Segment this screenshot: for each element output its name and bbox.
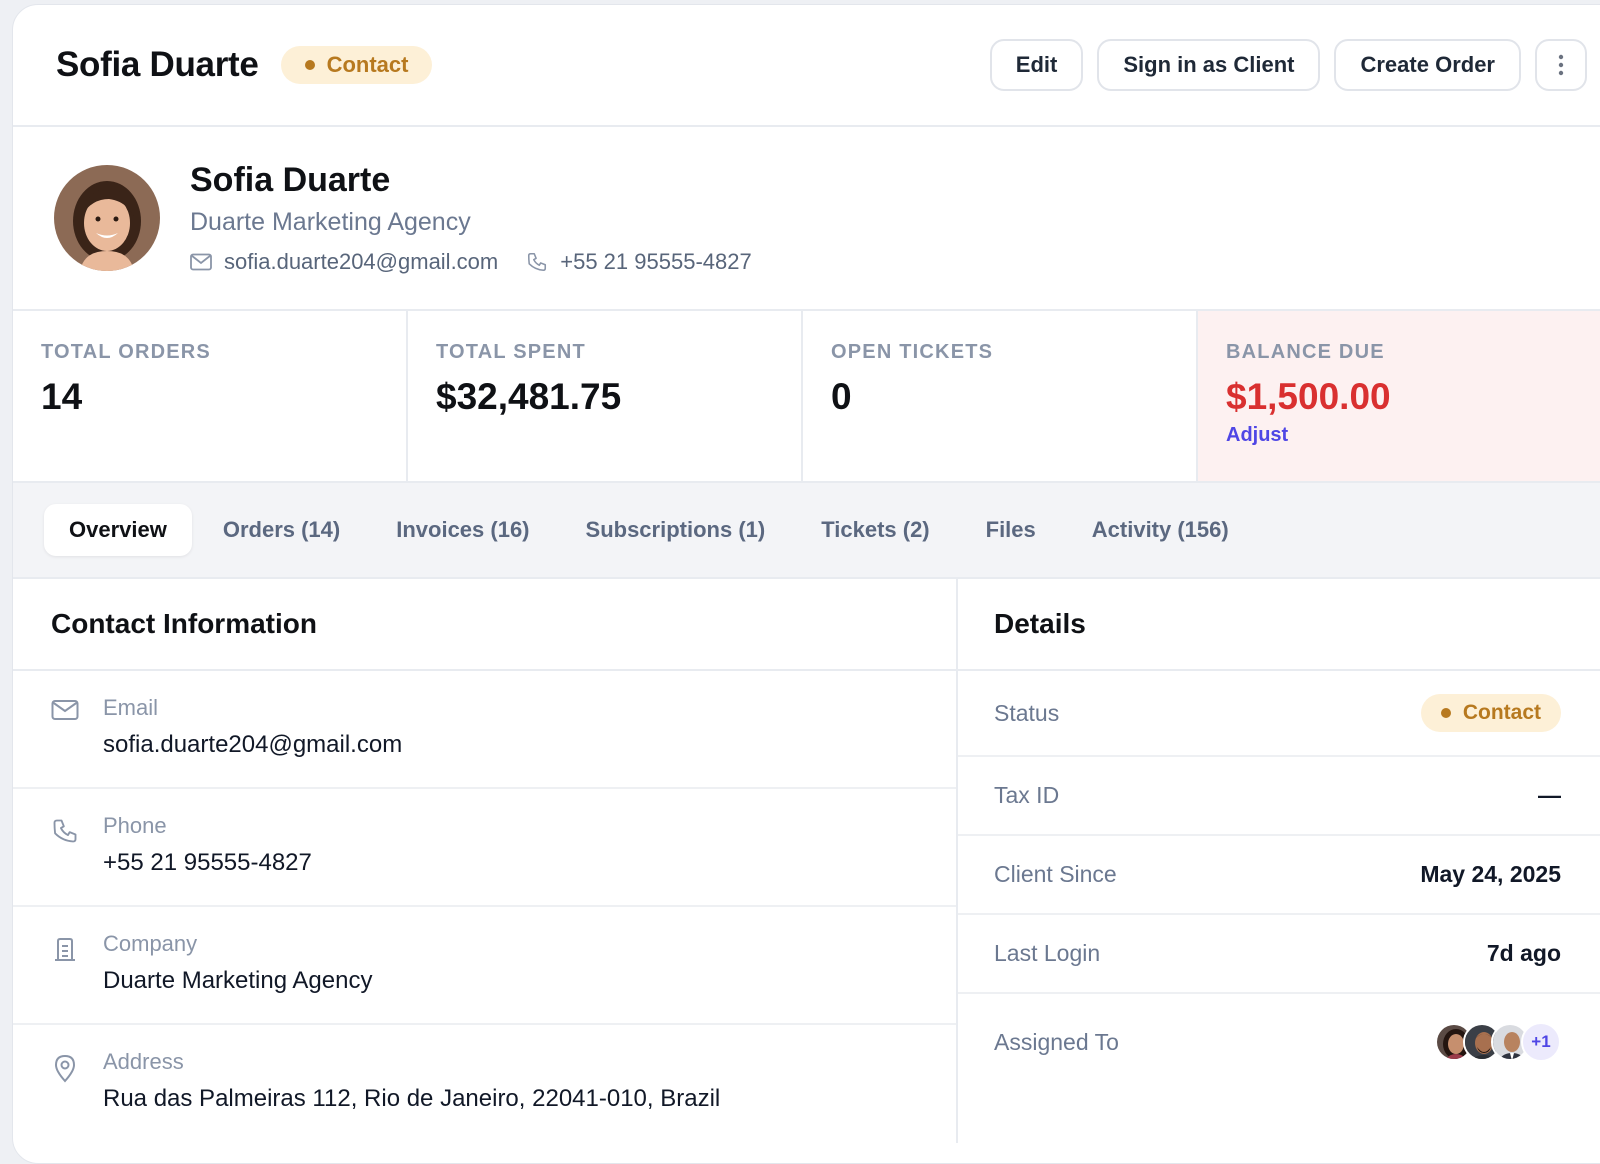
- stat-total-orders: TOTAL ORDERS 14: [13, 311, 408, 481]
- stat-label: BALANCE DUE: [1226, 341, 1385, 363]
- profile-contacts: sofia.duarte204@gmail.com +55 21 95555-4…: [190, 249, 752, 275]
- tab-files[interactable]: Files: [961, 504, 1061, 556]
- detail-label: Tax ID: [994, 782, 1060, 808]
- client-detail-card: Sofia Duarte Contact Edit Sign in as Cli…: [12, 4, 1600, 1164]
- detail-row-assigned-to: Assigned To +1: [958, 994, 1600, 1090]
- mail-icon: [190, 253, 212, 271]
- profile-email-text: sofia.duarte204@gmail.com: [224, 249, 499, 274]
- status-dot-icon: [304, 60, 315, 70]
- detail-row-last-login: Last Login 7d ago: [958, 915, 1600, 994]
- avatar: [54, 165, 160, 271]
- status-badge-label: Contact: [1462, 701, 1541, 724]
- detail-label: Assigned To: [994, 1028, 1119, 1055]
- profile-phone[interactable]: +55 21 95555-4827: [526, 249, 752, 275]
- contact-value: sofia.duarte204@gmail.com: [103, 731, 403, 758]
- detail-label: Status: [994, 699, 1060, 726]
- contact-row-email: Email sofia.duarte204@gmail.com: [13, 671, 956, 789]
- contact-label: Phone: [103, 813, 167, 838]
- status-dot-icon: [1440, 708, 1451, 718]
- adjust-balance-link[interactable]: Adjust: [1226, 424, 1600, 447]
- contact-label: Company: [103, 931, 198, 956]
- contact-label: Address: [103, 1049, 184, 1074]
- profile-email[interactable]: sofia.duarte204@gmail.com: [190, 249, 498, 275]
- stats-bar: TOTAL ORDERS 14 TOTAL SPENT $32,481.75 O…: [13, 311, 1600, 483]
- contact-row-phone: Phone +55 21 95555-4827: [13, 789, 956, 907]
- status-badge: Contact: [1420, 694, 1561, 732]
- more-assignees-badge[interactable]: +1: [1521, 1022, 1561, 1062]
- stat-open-tickets: OPEN TICKETS 0: [803, 311, 1198, 481]
- stat-value: $1,500.00: [1226, 376, 1391, 417]
- overview-content: Contact Information Email sofia.duarte20…: [13, 579, 1600, 1143]
- contact-row-company: Company Duarte Marketing Agency: [13, 907, 956, 1025]
- phone-icon: [528, 252, 547, 272]
- tab-tickets[interactable]: Tickets (2): [796, 504, 954, 556]
- stat-value: 14: [41, 376, 83, 417]
- contact-value: Rua das Palmeiras 112, Rio de Janeiro, 2…: [103, 1085, 721, 1112]
- create-order-button[interactable]: Create Order: [1334, 39, 1521, 91]
- stat-label: TOTAL SPENT: [436, 341, 586, 363]
- detail-label: Last Login: [994, 940, 1101, 966]
- profile-info: Sofia Duarte Duarte Marketing Agency sof…: [190, 161, 752, 275]
- header-actions: Edit Sign in as Client Create Order: [989, 39, 1587, 91]
- detail-label: Client Since: [994, 861, 1117, 887]
- tab-orders[interactable]: Orders (14): [198, 504, 365, 556]
- stat-label: OPEN TICKETS: [831, 341, 994, 363]
- stat-total-spent: TOTAL SPENT $32,481.75: [408, 311, 803, 481]
- detail-value: 7d ago: [1486, 940, 1561, 966]
- tab-bar: Overview Orders (14) Invoices (16) Subsc…: [13, 483, 1600, 579]
- detail-row-status: Status Contact: [958, 671, 1600, 757]
- page-title: Sofia Duarte: [56, 45, 259, 84]
- map-pin-icon: [54, 1054, 76, 1083]
- section-title: Contact Information: [13, 579, 956, 671]
- building-icon: [55, 938, 75, 961]
- status-badge: Contact: [280, 46, 433, 84]
- page-header: Sofia Duarte Contact Edit Sign in as Cli…: [13, 5, 1600, 127]
- tab-activity[interactable]: Activity (156): [1067, 504, 1254, 556]
- detail-value: —: [1538, 782, 1561, 808]
- assignee-avatars[interactable]: +1: [1435, 1022, 1561, 1062]
- detail-row-tax-id: Tax ID —: [958, 757, 1600, 836]
- stat-value: 0: [831, 376, 852, 417]
- detail-value: May 24, 2025: [1420, 861, 1561, 887]
- profile-company: Duarte Marketing Agency: [190, 208, 471, 236]
- profile-phone-text: +55 21 95555-4827: [560, 249, 752, 274]
- edit-button[interactable]: Edit: [989, 39, 1084, 91]
- tab-overview[interactable]: Overview: [44, 504, 192, 556]
- stat-label: TOTAL ORDERS: [41, 341, 211, 363]
- contact-row-address: Address Rua das Palmeiras 112, Rio de Ja…: [13, 1025, 956, 1143]
- mail-icon: [51, 700, 79, 720]
- contact-label: Email: [103, 695, 159, 720]
- status-badge-label: Contact: [326, 52, 409, 77]
- profile-name: Sofia Duarte: [190, 161, 391, 199]
- detail-row-client-since: Client Since May 24, 2025: [958, 836, 1600, 915]
- stat-value: $32,481.75: [436, 376, 622, 417]
- contact-value: +55 21 95555-4827: [103, 849, 312, 876]
- profile-summary: Sofia Duarte Duarte Marketing Agency sof…: [13, 127, 1600, 311]
- tab-invoices[interactable]: Invoices (16): [371, 504, 554, 556]
- vertical-dots-icon: [1558, 54, 1564, 76]
- contact-value: Duarte Marketing Agency: [103, 967, 373, 994]
- tab-subscriptions[interactable]: Subscriptions (1): [561, 504, 791, 556]
- stat-balance-due: BALANCE DUE $1,500.00 Adjust: [1198, 311, 1600, 481]
- sign-in-as-client-button[interactable]: Sign in as Client: [1097, 39, 1321, 91]
- phone-icon: [53, 819, 77, 843]
- contact-information-panel: Contact Information Email sofia.duarte20…: [13, 579, 958, 1143]
- section-title: Details: [958, 579, 1600, 671]
- details-panel: Details Status Contact Tax ID — Client S…: [958, 579, 1600, 1143]
- more-options-button[interactable]: [1535, 39, 1587, 91]
